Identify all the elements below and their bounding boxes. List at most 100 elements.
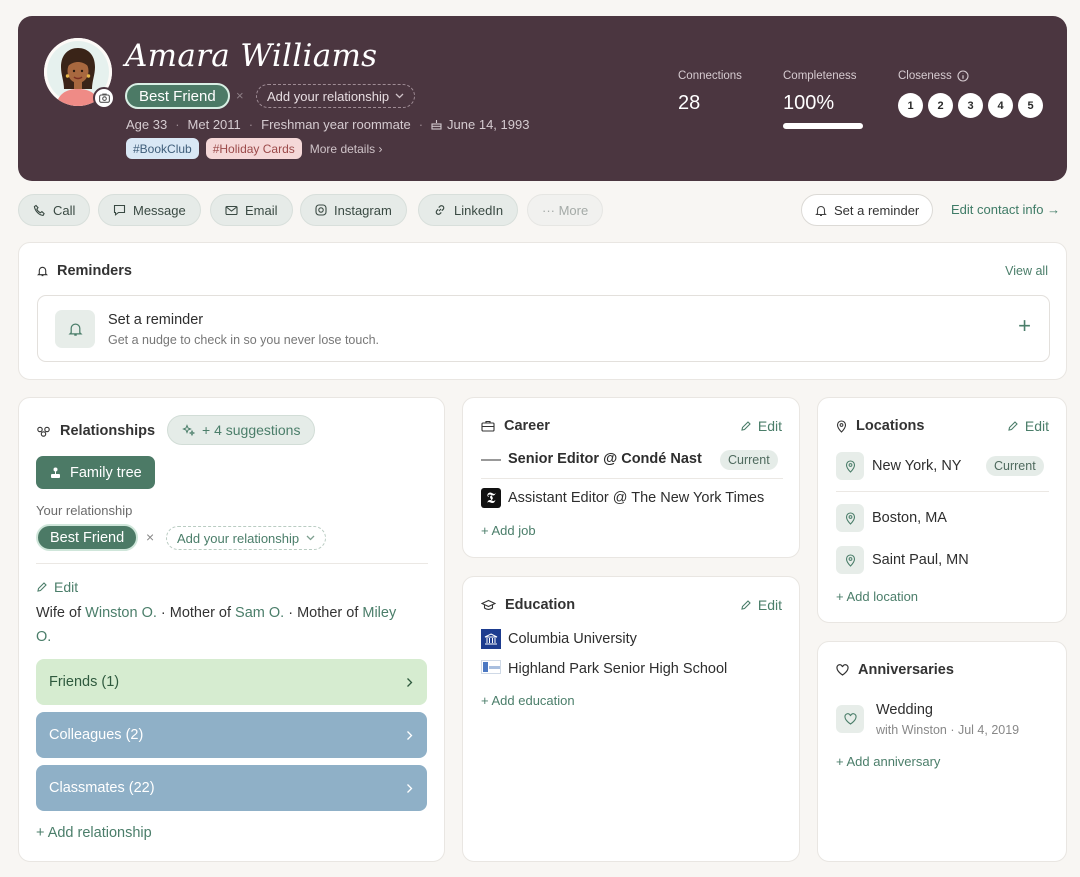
add-education-link[interactable]: + Add education (481, 693, 575, 708)
edit-education-button[interactable]: Edit (740, 597, 782, 613)
info-icon[interactable] (957, 70, 969, 82)
sparkle-icon (182, 423, 195, 436)
group-colleagues[interactable]: Colleagues (2) (36, 712, 427, 758)
job-title-2: Assistant Editor @ The New York Times (508, 490, 765, 506)
chevron-down-icon (395, 93, 404, 99)
edit-relationships-button[interactable]: Edit (36, 579, 78, 595)
birthday-cake-icon (431, 120, 442, 130)
age: Age 33 (126, 117, 168, 132)
education-card: Education Edit Columbia University Highl… (462, 576, 800, 862)
miley-link[interactable]: Miley (362, 605, 396, 621)
email-label: Email (245, 202, 278, 218)
connections-label: Connections (678, 70, 742, 82)
relationship-badge[interactable]: Best Friend (125, 83, 230, 109)
add-relationship-dropdown[interactable]: Add your relationship (166, 526, 327, 550)
instagram-button[interactable]: Instagram (300, 194, 407, 226)
current-badge: Current (720, 450, 778, 470)
message-button[interactable]: Message (98, 194, 201, 226)
add-reminder-plus-icon[interactable]: + (1018, 313, 1031, 339)
connections-stat: Connections 28 (678, 70, 742, 115)
more-label: ··· More (542, 202, 589, 218)
anniversary-detail: with Winston · Jul 4, 2019 (876, 723, 1020, 737)
school-2: Highland Park Senior High School (508, 661, 728, 677)
edit-label: Edit (757, 597, 782, 613)
winston-link[interactable]: Winston O. (85, 605, 157, 621)
linkedin-button[interactable]: LinkedIn (418, 194, 519, 226)
relationships-title-text: Relationships (60, 423, 156, 439)
tag-holiday-cards[interactable]: #Holiday Cards (205, 138, 302, 159)
view-all-link[interactable]: View all (1005, 264, 1048, 278)
completeness-stat: Completeness 100% (783, 70, 857, 115)
columbia-logo (481, 629, 501, 649)
divider (481, 478, 783, 479)
remove-relationship-icon[interactable]: × (146, 529, 154, 545)
chevron-right-icon (407, 677, 413, 687)
more-details-link[interactable]: More details › (310, 142, 383, 156)
location-pin-icon (836, 546, 864, 574)
reminder-item-desc: Get a nudge to check in so you never los… (108, 333, 380, 347)
connections-value: 28 (678, 92, 701, 114)
sam-link[interactable]: Sam O. (235, 605, 284, 621)
add-job-link[interactable]: + Add job (481, 523, 536, 538)
anniversary-with: with Winston (876, 723, 947, 737)
email-icon (225, 205, 238, 215)
relationships-title: Relationships (36, 423, 155, 439)
heart-icon (836, 664, 849, 676)
suggestions-button[interactable]: + 4 suggestions (167, 415, 316, 445)
people-icon (37, 426, 50, 437)
call-button[interactable]: Call (18, 194, 91, 226)
anniversaries-title-text: Anniversaries (858, 662, 954, 678)
edit-career-button[interactable]: Edit (740, 418, 782, 434)
location-2: Boston, MA (872, 510, 947, 526)
set-reminder-button[interactable]: Set a reminder (801, 194, 934, 226)
group-friends[interactable]: Friends (1) (36, 659, 427, 705)
highland-park-logo (481, 660, 501, 674)
tag-bookclub[interactable]: #BookClub (126, 138, 199, 159)
closeness-level-5[interactable]: 5 (1018, 93, 1043, 118)
bell-icon (67, 323, 83, 336)
group-classmates[interactable]: Classmates (22) (36, 765, 427, 811)
family-tree-button[interactable]: Family tree (36, 456, 155, 489)
closeness-level-4[interactable]: 4 (988, 93, 1013, 118)
anniversary-date: Jul 4, 2019 (957, 723, 1020, 737)
remove-relationship-icon[interactable]: × (236, 88, 244, 103)
met-year: Met 2011 (187, 117, 241, 132)
context: Freshman year roommate (261, 117, 411, 132)
conde-nast-logo (481, 459, 501, 461)
completeness-bar (783, 123, 863, 129)
closeness-level-1[interactable]: 1 (898, 93, 923, 118)
add-relationship-dropdown[interactable]: Add your relationship (256, 84, 416, 108)
instagram-icon (315, 204, 327, 216)
relationship-badge[interactable]: Best Friend (36, 524, 139, 551)
family-tree-icon (51, 467, 60, 478)
suggestions-label: + 4 suggestions (202, 422, 301, 438)
job-title-1: Senior Editor @ Condé Nast (508, 451, 702, 467)
add-anniversary-link[interactable]: + Add anniversary (836, 754, 940, 769)
more-button[interactable]: ··· More (527, 194, 604, 226)
closeness-level-3[interactable]: 3 (958, 93, 983, 118)
add-location-link[interactable]: + Add location (836, 589, 918, 604)
set-reminder-row[interactable]: Set a reminder Get a nudge to check in s… (37, 295, 1050, 362)
email-button[interactable]: Email (210, 194, 293, 226)
completeness-label: Completeness (783, 70, 857, 82)
bell-icon-box (55, 310, 95, 348)
nyt-logo: 𝕿 (481, 488, 501, 508)
location-pin-icon (836, 504, 864, 532)
edit-label: Edit (757, 418, 782, 434)
profile-header: Amara Williams Best Friend × Add your re… (18, 16, 1067, 181)
closeness-level-2[interactable]: 2 (928, 93, 953, 118)
family-tree-label: Family tree (70, 464, 142, 481)
group-colleagues-label: Colleagues (2) (49, 727, 144, 743)
anniversary-title: Wedding (876, 702, 933, 718)
add-relationship-link[interactable]: + Add relationship (36, 825, 152, 841)
miley-link-cont[interactable]: O. (36, 629, 51, 645)
career-title-text: Career (504, 418, 550, 434)
wife-of-label: Wife of (36, 605, 82, 621)
change-photo-camera-icon[interactable] (93, 87, 115, 109)
edit-contact-info-link[interactable]: Edit contact info → (951, 202, 1060, 217)
edit-locations-button[interactable]: Edit (1007, 418, 1049, 434)
linkedin-label: LinkedIn (454, 202, 504, 218)
edit-label: Edit (1024, 418, 1049, 434)
edit-label: Edit (54, 579, 79, 595)
mother-of-label: · Mother of (160, 605, 232, 621)
